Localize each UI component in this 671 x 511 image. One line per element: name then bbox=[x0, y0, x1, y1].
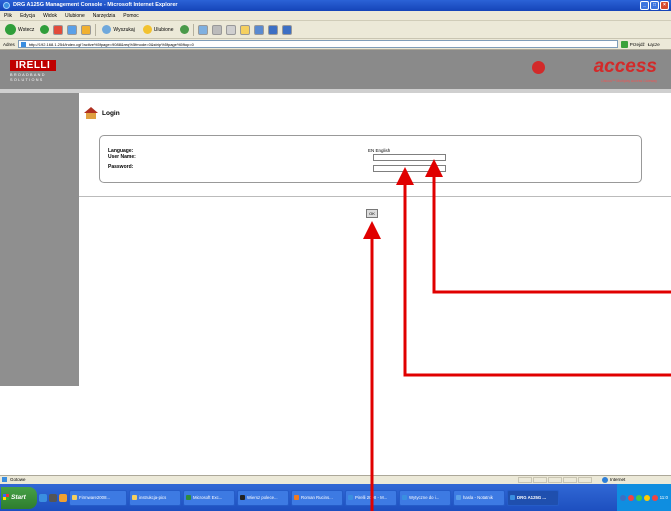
status-bar: Gotowe Internet bbox=[0, 475, 671, 484]
address-bar: Adres http://192.168.1.254/index.cgi?act… bbox=[0, 39, 671, 50]
access-logo: access bbox=[593, 56, 657, 77]
taskbar: Start Firmware2008... instrukcja-pics Mi… bbox=[0, 484, 671, 511]
minimize-icon[interactable]: _ bbox=[640, 1, 649, 10]
go-button[interactable]: Przejdź bbox=[620, 40, 645, 48]
username-input[interactable] bbox=[373, 154, 446, 161]
taskbar-item[interactable]: Wiersz polece... bbox=[237, 489, 289, 506]
back-button[interactable]: Wstecz bbox=[3, 23, 36, 37]
login-form: Language: EN English User Name: Password… bbox=[99, 135, 642, 183]
go-arrow-icon bbox=[620, 40, 628, 48]
window-title-bar: DRG A125G Management Console - Microsoft… bbox=[0, 0, 671, 11]
refresh-icon[interactable] bbox=[67, 24, 78, 35]
menu-favorites[interactable]: Ulubione bbox=[65, 11, 85, 20]
extension-icon[interactable] bbox=[281, 24, 292, 35]
page-icon bbox=[20, 42, 26, 47]
sidebar bbox=[0, 93, 79, 386]
house-icon bbox=[84, 107, 99, 120]
taskbar-item[interactable]: Firmware2008... bbox=[69, 489, 127, 506]
star-icon bbox=[142, 25, 152, 34]
system-tray: 11:0 bbox=[616, 484, 671, 511]
ie-quicklaunch-icon[interactable] bbox=[39, 493, 47, 502]
username-label: User Name: bbox=[108, 154, 136, 160]
menu-edit[interactable]: Edycja bbox=[20, 11, 35, 20]
edit-icon[interactable] bbox=[225, 24, 236, 35]
home-icon[interactable] bbox=[81, 24, 92, 35]
maximize-icon[interactable]: □ bbox=[650, 1, 659, 10]
toolbar-separator bbox=[95, 23, 97, 36]
forward-arrow-icon[interactable] bbox=[40, 25, 50, 34]
address-label: Adres bbox=[3, 41, 15, 47]
browser-toolbar: Wstecz Wyszukaj Ulubione bbox=[0, 21, 671, 39]
clock: 11:0 bbox=[659, 495, 668, 500]
taskbar-item-active[interactable]: DRG A125G ... bbox=[507, 489, 559, 506]
mail-icon[interactable] bbox=[197, 24, 208, 35]
favorites-label: Ulubione bbox=[153, 26, 174, 33]
search-label: Wyszukaj bbox=[113, 26, 135, 33]
zone-label: Internet bbox=[610, 477, 626, 482]
taskbar-item[interactable]: Wytyczne do i... bbox=[399, 489, 451, 506]
back-label: Wstecz bbox=[18, 26, 35, 33]
search-icon bbox=[102, 25, 112, 34]
favorites-button[interactable]: Ulubione bbox=[141, 23, 176, 37]
desktop-quicklaunch-icon[interactable] bbox=[49, 493, 57, 502]
password-input[interactable] bbox=[373, 165, 446, 172]
menu-file[interactable]: Plik bbox=[4, 11, 12, 20]
print-icon[interactable] bbox=[211, 24, 222, 35]
access-logo-icon bbox=[532, 61, 545, 74]
tray-icon[interactable] bbox=[635, 494, 642, 501]
close-icon[interactable]: × bbox=[660, 1, 669, 10]
address-input[interactable]: http://192.168.1.254/index.cgi?active%5f… bbox=[17, 40, 618, 48]
media-quicklaunch-icon[interactable] bbox=[59, 493, 67, 502]
address-url: http://192.168.1.254/index.cgi?active%5f… bbox=[28, 42, 194, 47]
header-stripe bbox=[0, 89, 671, 93]
access-tagline: Discus™ Multiplay Access Gateway bbox=[601, 79, 657, 83]
window-title: DRG A125G Management Console - Microsoft… bbox=[13, 2, 178, 8]
history-icon[interactable] bbox=[179, 25, 189, 34]
taskbar-item[interactable]: instrukcja-pics bbox=[129, 489, 181, 506]
window-controls: _ □ × bbox=[640, 1, 669, 10]
divider bbox=[79, 196, 671, 197]
tray-icon[interactable] bbox=[643, 494, 650, 501]
menu-bar: Plik Edycja Widok Ulubione Narzędzia Pom… bbox=[0, 11, 671, 21]
links-label[interactable]: Łącze bbox=[648, 42, 660, 47]
taskbar-item[interactable]: Pirelli 2008 - M... bbox=[345, 489, 397, 506]
brand-subtitle: BROADBAND SOLUTIONS bbox=[10, 73, 46, 82]
ie-icon bbox=[3, 2, 10, 9]
taskbar-item[interactable]: Roman Rucins... bbox=[291, 489, 343, 506]
password-label: Password: bbox=[108, 164, 134, 170]
tray-icon[interactable] bbox=[627, 494, 634, 501]
tray-icon[interactable] bbox=[619, 494, 626, 501]
taskbar-item[interactable]: hasla - Notatnik bbox=[453, 489, 505, 506]
windows-logo-icon bbox=[3, 493, 9, 500]
status-cells bbox=[518, 477, 592, 483]
pirelli-logo: IRELLI bbox=[10, 60, 56, 71]
security-zone: Internet bbox=[602, 476, 625, 484]
menu-tools[interactable]: Narzędzia bbox=[93, 11, 116, 20]
taskbar-item[interactable]: Microsoft Exc... bbox=[183, 489, 235, 506]
status-text: Gotowe bbox=[10, 477, 26, 482]
page-content: IRELLI BROADBAND SOLUTIONS access Discus… bbox=[0, 50, 671, 475]
menu-help[interactable]: Pomoc bbox=[123, 11, 139, 20]
page-status-icon bbox=[2, 477, 7, 482]
folder-icon[interactable] bbox=[239, 24, 250, 35]
toolbar-separator bbox=[192, 23, 194, 36]
search-button[interactable]: Wyszukaj bbox=[100, 23, 136, 37]
back-arrow-icon bbox=[5, 24, 16, 35]
ok-button[interactable]: OK bbox=[366, 209, 378, 218]
language-value: EN English bbox=[368, 148, 391, 153]
start-label: Start bbox=[11, 493, 26, 501]
page-header: IRELLI BROADBAND SOLUTIONS access Discus… bbox=[0, 50, 671, 93]
page-title: Login bbox=[102, 110, 120, 117]
go-label: Przejdź bbox=[629, 41, 645, 47]
start-button[interactable]: Start bbox=[1, 486, 37, 509]
login-heading: Login bbox=[84, 107, 120, 120]
tray-icon[interactable] bbox=[651, 494, 658, 501]
extension-icon[interactable] bbox=[267, 24, 278, 35]
messenger-icon[interactable] bbox=[253, 24, 264, 35]
menu-view[interactable]: Widok bbox=[43, 11, 57, 20]
quick-launch bbox=[39, 493, 67, 502]
globe-icon bbox=[602, 477, 608, 483]
stop-icon[interactable] bbox=[53, 24, 64, 35]
